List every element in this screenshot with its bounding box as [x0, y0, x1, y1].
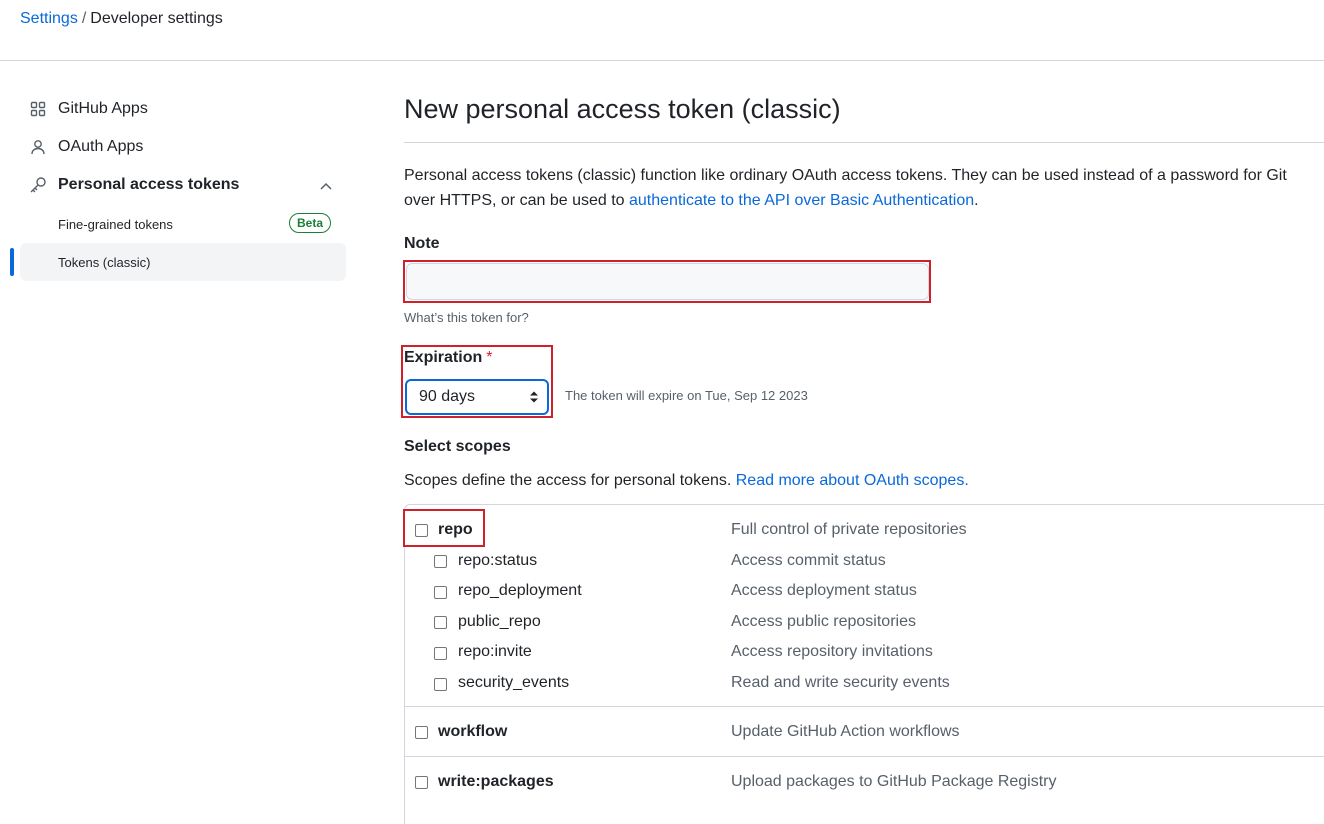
sidebar-item-label: Tokens (classic): [58, 255, 151, 270]
note-hint: What’s this token for?: [404, 310, 529, 325]
scope-desc: Read and write security events: [731, 674, 950, 691]
sidebar-item-oauth-apps[interactable]: OAuth Apps: [28, 132, 143, 162]
active-indicator: [10, 248, 14, 276]
sidebar-item-label: OAuth Apps: [58, 138, 144, 155]
highlight-expiration: [401, 345, 553, 418]
page-title: New personal access token (classic): [404, 94, 841, 124]
scope-checkbox-repo-status[interactable]: [434, 555, 447, 568]
scope-name: write:packages: [438, 773, 554, 790]
scopes-heading: Select scopes: [404, 438, 511, 455]
scope-desc: Access commit status: [731, 552, 886, 569]
breadcrumb-separator: /: [81, 10, 87, 27]
note-label: Note: [404, 235, 440, 252]
scope-checkbox-public-repo[interactable]: [434, 616, 447, 629]
intro-text: Personal access tokens (classic) functio…: [404, 163, 1319, 213]
oauth-scopes-link[interactable]: Read more about OAuth scopes.: [736, 472, 969, 489]
scope-desc: Update GitHub Action workflows: [731, 723, 960, 740]
highlight-note: [403, 260, 931, 303]
scopes-description-text: Scopes define the access for personal to…: [404, 472, 736, 489]
breadcrumb-current: Developer settings: [90, 10, 223, 27]
highlight-repo: [403, 509, 485, 547]
scope-checkbox-workflow[interactable]: [415, 726, 428, 739]
scope-checkbox-repo-deployment[interactable]: [434, 586, 447, 599]
scope-name: workflow: [438, 723, 508, 740]
scope-desc: Upload packages to GitHub Package Regist…: [731, 773, 1057, 790]
sidebar-item-fine-grained-tokens[interactable]: Fine-grained tokens: [58, 217, 173, 232]
scope-desc: Access public repositories: [731, 613, 916, 630]
key-icon: [28, 175, 48, 195]
sidebar-item-github-apps[interactable]: GitHub Apps: [28, 94, 148, 124]
expiration-hint: The token will expire on Tue, Sep 12 202…: [565, 388, 808, 403]
scope-name: security_events: [458, 674, 570, 691]
scope-divider: [404, 756, 1324, 757]
scope-divider: [404, 706, 1324, 707]
scope-name: public_repo: [458, 613, 541, 630]
beta-badge: Beta: [289, 213, 332, 233]
title-divider: [404, 142, 1324, 143]
scopes-description: Scopes define the access for personal to…: [404, 468, 1319, 493]
scope-desc: Full control of private repositories: [731, 521, 967, 538]
scope-name: repo:invite: [458, 643, 532, 660]
scope-desc: Access repository invitations: [731, 643, 933, 660]
scope-checkbox-write-packages[interactable]: [415, 776, 428, 789]
basic-auth-link[interactable]: authenticate to the API over Basic Authe…: [629, 192, 974, 209]
person-icon: [28, 137, 48, 157]
chevron-up-icon[interactable]: [318, 179, 334, 195]
scope-name: repo:status: [458, 552, 538, 569]
header-divider: [0, 60, 1324, 61]
breadcrumb-settings-link[interactable]: Settings: [20, 10, 78, 27]
intro-end: .: [974, 192, 979, 209]
sidebar-item-label: GitHub Apps: [58, 100, 148, 117]
scope-name: repo_deployment: [458, 582, 582, 599]
scope-checkbox-repo-invite[interactable]: [434, 647, 447, 660]
sidebar-item-label: Personal access tokens: [58, 176, 240, 193]
sidebar-item-personal-access-tokens[interactable]: Personal access tokens: [28, 170, 239, 200]
apps-grid-icon: [28, 99, 48, 119]
scope-desc: Access deployment status: [731, 582, 917, 599]
breadcrumb: Settings / Developer settings: [20, 9, 223, 29]
scope-checkbox-security-events[interactable]: [434, 678, 447, 691]
